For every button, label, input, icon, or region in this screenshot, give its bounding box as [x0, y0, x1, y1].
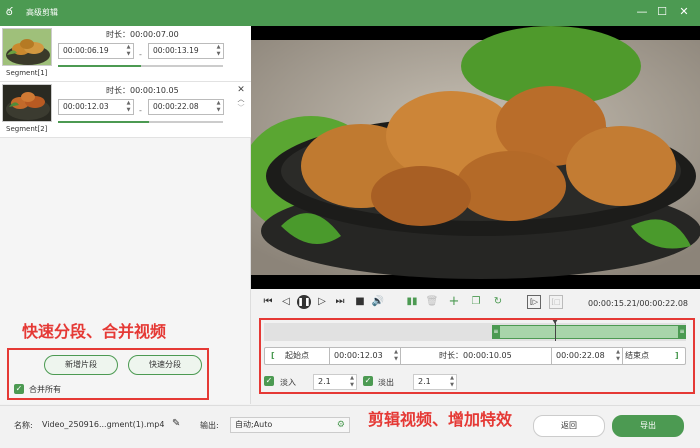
maximize-button[interactable]: ☐ — [654, 4, 670, 20]
trim-end-handle[interactable]: ≡ — [678, 325, 686, 339]
fade-out-checkbox[interactable]: ✓ — [363, 376, 373, 386]
segment-item[interactable]: Segment[1] 时长：00:00:07.00 00:00:06.19 ▲ ▼ … — [0, 26, 251, 82]
edit-name-icon[interactable]: ✎ — [172, 418, 180, 429]
video-preview[interactable] — [251, 26, 700, 289]
segment-end-field[interactable]: 00:00:13.19 ▲ ▼ — [148, 43, 224, 59]
spinner-icon[interactable]: ▲ ▼ — [125, 44, 132, 58]
window-title: 高级剪辑 — [26, 8, 58, 17]
end-point-button[interactable]: 结束点 — [625, 348, 649, 364]
delete-segment-icon[interactable]: ✕ — [236, 86, 246, 95]
segment-duration: 时长：00:00:07.00 — [106, 30, 179, 39]
name-label: 名称: — [14, 421, 33, 430]
minimize-button[interactable]: — — [634, 4, 650, 20]
spinner-icon[interactable]: ▲ ▼ — [125, 100, 132, 114]
output-label: 输出: — [200, 421, 219, 430]
export-button[interactable]: 导出 — [612, 415, 684, 437]
trim-end-field[interactable]: 00:00:22.08 ▲ ▼ — [551, 347, 623, 365]
copy-icon[interactable]: ❐ — [469, 295, 483, 309]
open-bracket-icon: [ — [271, 351, 275, 360]
step-forward-icon[interactable]: ▷ — [315, 295, 329, 309]
settings-gear-icon[interactable]: ⚙ — [337, 418, 345, 432]
segment-label: Segment[1] — [6, 69, 48, 77]
trim-start-handle[interactable]: ≡ — [491, 325, 500, 339]
quick-split-button[interactable]: 快速分段 — [128, 355, 202, 375]
volume-icon[interactable]: 🔊 — [371, 295, 385, 309]
trim-duration: 时长：00:00:10.05 — [439, 351, 512, 360]
fade-in-checkbox[interactable]: ✓ — [264, 376, 274, 386]
range-separator: - — [139, 106, 142, 115]
playback-time: 00:00:15.21/00:00:22.08 — [588, 299, 688, 308]
spinner-icon[interactable]: ▲ ▼ — [215, 100, 222, 114]
segment-duration: 时长：00:00:10.05 — [106, 86, 179, 95]
spinner-icon[interactable]: ▲ ▼ — [215, 44, 222, 58]
mark-out-icon[interactable]: [□ — [549, 295, 563, 309]
segment-thumbnail — [2, 84, 52, 122]
title-bar: ఠ 高级剪辑 — ☐ ✕ — [0, 0, 700, 26]
trim-start-field[interactable]: 00:00:12.03 ▲ ▼ — [329, 347, 401, 365]
player-controls: ⏮ ◁ ❚❚ ▷ ⏭ ■ 🔊 ▮▮ 🗑 + ❐ ↻ [▷ [□ 00:00:15… — [251, 289, 700, 315]
skip-end-icon[interactable]: ⏭ — [333, 295, 347, 309]
segment-item[interactable]: Segment[2] 时长：00:00:10.05 00:00:12.03 ▲ ▼ … — [0, 82, 251, 138]
app-logo-icon: ఠ — [6, 5, 13, 18]
pause-icon[interactable]: ❚❚ — [297, 295, 311, 309]
playhead[interactable] — [555, 321, 557, 341]
move-down-icon[interactable]: ﹀ — [236, 104, 246, 113]
add-segment-button[interactable]: 新增片段 — [44, 355, 118, 375]
footer-bar: 名称: Video_250916...gment(1).mp4 ✎ 输出: 自动… — [0, 405, 700, 448]
split-icon[interactable]: ▮▮ — [405, 295, 419, 309]
segment-start-field[interactable]: 00:00:06.19 ▲ ▼ — [58, 43, 134, 59]
range-separator: - — [139, 50, 142, 59]
back-button[interactable]: 返回 — [533, 415, 605, 437]
merge-all-label: 合并所有 — [29, 385, 61, 394]
close-bracket-icon: ] — [675, 351, 679, 360]
fade-in-label: 淡入 — [280, 378, 296, 387]
segment-panel: Segment[1] 时长：00:00:07.00 00:00:06.19 ▲ ▼ … — [0, 26, 251, 404]
move-up-icon[interactable]: ︿ — [236, 95, 246, 104]
segment-progress — [58, 121, 223, 123]
fade-out-field[interactable]: 2.1 ▲ ▼ — [413, 374, 457, 390]
annotation-right: 剪辑视频、增加特效 — [368, 410, 513, 429]
trim-timeline[interactable]: ≡ ≡ — [264, 319, 686, 341]
annotation-left: 快速分段、合并视频 — [22, 322, 167, 341]
segment-label: Segment[2] — [6, 125, 48, 133]
close-button[interactable]: ✕ — [676, 4, 692, 20]
playhead-marker-icon — [552, 319, 559, 324]
merge-all-checkbox[interactable]: ✓ — [14, 384, 24, 394]
delete-icon[interactable]: 🗑 — [425, 295, 439, 309]
segment-progress — [58, 65, 223, 67]
timeline-selection[interactable] — [491, 325, 686, 339]
start-point-button[interactable]: 起始点 — [285, 348, 309, 364]
stop-icon[interactable]: ■ — [353, 295, 367, 309]
segment-actions: ✕ ︿ ﹀ — [236, 86, 246, 113]
trim-row: [ 起始点 00:00:12.03 ▲ ▼ 时长：00:00:10.05 00:0… — [264, 347, 686, 365]
mark-in-icon[interactable]: [▷ — [527, 295, 541, 309]
fade-out-label: 淡出 — [378, 378, 394, 387]
segment-thumbnail — [2, 28, 52, 66]
step-back-icon[interactable]: ◁ — [279, 295, 293, 309]
output-field[interactable]: 自动;Auto ⚙ — [230, 417, 350, 433]
skip-start-icon[interactable]: ⏮ — [261, 295, 275, 309]
reset-icon[interactable]: ↻ — [491, 295, 505, 309]
segment-start-field[interactable]: 00:00:12.03 ▲ ▼ — [58, 99, 134, 115]
fade-in-field[interactable]: 2.1 ▲ ▼ — [313, 374, 357, 390]
segment-end-field[interactable]: 00:00:22.08 ▲ ▼ — [148, 99, 224, 115]
add-icon[interactable]: + — [447, 295, 461, 309]
file-name: Video_250916...gment(1).mp4 — [42, 420, 165, 429]
